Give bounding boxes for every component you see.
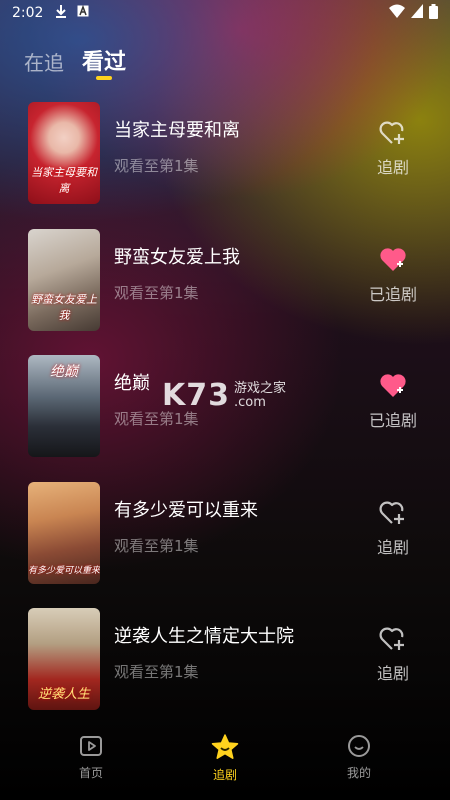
watermark-line2: .com — [234, 394, 266, 410]
tab-bar: 在追 看过 — [24, 44, 126, 80]
followed-button[interactable]: 已追剧 — [358, 247, 428, 305]
follow-button[interactable]: 追剧 — [358, 500, 428, 558]
poster-title-art: 有多少爱可以重来 — [28, 565, 100, 576]
drama-title[interactable]: 逆袭人生之情定大士院 — [114, 622, 294, 648]
list-item[interactable]: 野蛮女友爱上我 野蛮女友爱上我 观看至第1集 已追剧 — [0, 227, 450, 354]
watch-progress: 观看至第1集 — [114, 283, 199, 302]
list-item[interactable]: 当家主母要和离 当家主母要和离 观看至第1集 追剧 — [0, 100, 450, 227]
poster-image[interactable]: 逆袭人生 — [28, 608, 100, 710]
bottom-nav: 首页 追剧 我的 — [0, 722, 450, 800]
list-item[interactable]: 逆袭人生 逆袭人生之情定大士院 观看至第1集 追剧 — [0, 606, 450, 733]
nav-label: 我的 — [346, 766, 371, 780]
watch-progress: 观看至第1集 — [114, 663, 199, 681]
profile-icon — [348, 735, 370, 757]
drama-title[interactable]: 绝巅 — [114, 369, 150, 395]
watermark: K73 游戏之家 .com — [162, 378, 286, 413]
download-icon — [55, 4, 67, 22]
drama-title[interactable]: 当家主母要和离 — [114, 116, 240, 142]
poster-image[interactable]: 有多少爱可以重来 — [28, 481, 100, 584]
heart-filled-icon — [380, 247, 406, 271]
nav-label: 首页 — [78, 766, 103, 780]
poster-title-art: 野蛮女友爱上我 — [31, 292, 97, 322]
wifi-icon — [389, 4, 405, 22]
poster-title-art: 逆袭人生 — [37, 687, 90, 702]
tab-watched[interactable]: 看过 — [82, 44, 126, 80]
followed-button[interactable]: 已追剧 — [358, 373, 428, 431]
follow-button[interactable]: 追剧 — [358, 120, 428, 178]
list-item[interactable]: 有多少爱可以重来 有多少爱可以重来 观看至第1集 追剧 — [0, 480, 450, 607]
poster-image[interactable]: 野蛮女友爱上我 — [28, 228, 100, 331]
nav-home[interactable]: 首页 — [51, 722, 131, 800]
follow-label: 追剧 — [376, 537, 409, 557]
star-icon — [211, 734, 239, 759]
heart-plus-icon — [379, 501, 404, 524]
follow-label: 已追剧 — [368, 411, 417, 430]
drama-title[interactable]: 有多少爱可以重来 — [114, 496, 258, 522]
nav-following[interactable]: 追剧 — [185, 722, 265, 800]
follow-label: 追剧 — [376, 664, 409, 683]
watermark-brand: K73 — [162, 378, 230, 413]
poster-title-art: 当家主母要和离 — [31, 166, 97, 195]
list-item[interactable]: 绝巅 绝巅 观看至第1集 已追剧 — [0, 353, 450, 480]
nav-label: 追剧 — [212, 768, 237, 782]
heart-plus-icon — [379, 627, 404, 650]
follow-label: 追剧 — [376, 158, 409, 177]
status-bar: 2:02 — [0, 0, 450, 26]
nav-profile[interactable]: 我的 — [319, 722, 399, 800]
follow-button[interactable]: 追剧 — [358, 626, 428, 684]
drama-title[interactable]: 野蛮女友爱上我 — [114, 243, 240, 269]
poster-image[interactable]: 绝巅 — [28, 355, 100, 457]
status-time: 2:02 — [12, 5, 44, 21]
poster-image[interactable]: 当家主母要和离 — [28, 102, 100, 204]
a-icon — [77, 4, 89, 21]
follow-label: 已追剧 — [368, 284, 417, 304]
play-icon — [80, 736, 102, 756]
heart-plus-icon — [379, 121, 404, 144]
watch-progress: 观看至第1集 — [114, 157, 199, 175]
watch-progress: 观看至第1集 — [114, 536, 199, 555]
tab-following[interactable]: 在追 — [24, 47, 64, 76]
heart-filled-icon — [380, 374, 406, 397]
drama-list: 当家主母要和离 当家主母要和离 观看至第1集 追剧 野蛮女友爱上我 野蛮女友爱上… — [0, 100, 450, 733]
watermark-line1: 游戏之家 — [234, 380, 287, 396]
poster-title-art: 绝巅 — [50, 364, 78, 380]
signal-icon — [411, 4, 423, 22]
battery-icon — [429, 3, 438, 23]
